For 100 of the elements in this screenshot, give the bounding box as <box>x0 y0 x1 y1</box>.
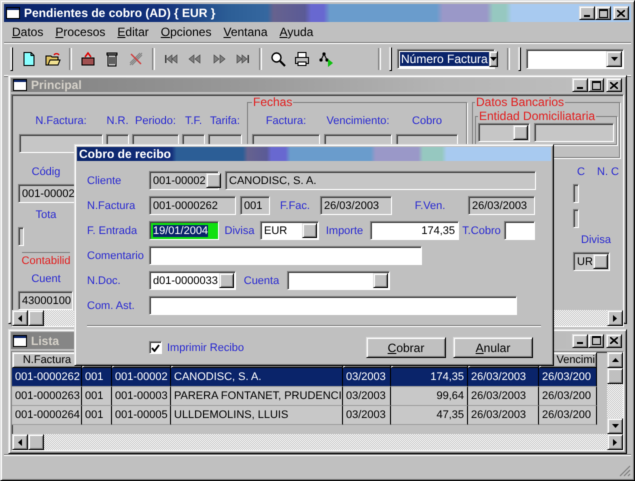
dialog-button[interactable]: Anular <box>453 337 533 358</box>
menu-item[interactable]: Datos <box>6 25 50 39</box>
text-field[interactable]: 001-00002 <box>18 184 77 203</box>
text-field[interactable]: 26/03/2003 <box>468 196 535 215</box>
field-label: F.Ven. <box>414 200 446 212</box>
sort-dropdown[interactable]: Número Factura <box>397 49 495 69</box>
lookup-field[interactable]: EUR <box>260 221 319 240</box>
table-cell: ULLDEMOLINS, LLUIS <box>171 406 343 425</box>
text-field[interactable] <box>504 221 535 240</box>
checkbox[interactable] <box>149 341 162 354</box>
window-icon <box>13 79 27 91</box>
close-button[interactable] <box>613 6 629 20</box>
table-cell: 99,64 <box>391 387 468 406</box>
menu-item[interactable]: Procesos <box>49 25 112 39</box>
text-field[interactable]: 001-0000262 <box>149 196 236 215</box>
lookup-field[interactable]: 001-00002 <box>149 171 219 190</box>
scroll-right-button[interactable] <box>607 310 623 326</box>
column-header[interactable]: N.Factura <box>12 352 82 368</box>
maximize-button[interactable] <box>588 78 604 92</box>
maximize-icon <box>592 336 600 345</box>
close-icon <box>610 337 618 344</box>
left-arrow-icon <box>18 314 22 322</box>
scroll-right-button[interactable] <box>607 434 623 450</box>
scroll-left-button[interactable] <box>12 310 28 326</box>
resize-grip-icon[interactable] <box>619 465 631 477</box>
scroll-down-button[interactable] <box>607 418 623 434</box>
column-label: C <box>577 166 585 178</box>
text-field[interactable]: CANODISC, S. A. <box>225 171 536 190</box>
text-field[interactable]: 43000100 <box>18 291 73 310</box>
text-field[interactable]: 26/03/2003 <box>320 196 392 215</box>
scroll-up-button[interactable] <box>607 352 623 368</box>
field-label: Divisa <box>581 234 611 246</box>
maximize-button[interactable] <box>595 6 611 20</box>
amount-field[interactable]: 174,35 <box>370 221 459 240</box>
maximize-button[interactable] <box>588 334 604 348</box>
text-field[interactable]: 19/01/2004 <box>149 221 219 240</box>
lookup-field[interactable]: UR <box>573 252 610 271</box>
dropdown-field[interactable] <box>526 49 624 69</box>
scrollbar-thumb[interactable] <box>28 310 44 326</box>
lookup-field[interactable] <box>478 123 530 142</box>
lookup-button[interactable] <box>206 173 221 188</box>
group-title: Contabilid <box>22 252 70 267</box>
scrollbar-thumb[interactable] <box>28 434 44 450</box>
field-label: Cuent <box>31 273 61 285</box>
text-field[interactable] <box>573 184 579 203</box>
table-cell: 001-0000262 <box>12 368 82 387</box>
minimize-button[interactable] <box>579 6 595 20</box>
menu-item[interactable]: Ayuda <box>274 25 320 39</box>
dropdown-button[interactable] <box>606 51 622 67</box>
dropdown-button[interactable] <box>488 51 498 67</box>
column-label: Cobro <box>412 115 442 127</box>
search-icon[interactable] <box>270 51 286 67</box>
scrollbar-thumb[interactable] <box>607 368 623 384</box>
column-label: Periodo: <box>135 115 176 127</box>
table-cell: 001 <box>82 387 112 406</box>
text-field[interactable] <box>149 296 517 315</box>
open-folder-icon[interactable] <box>45 51 61 67</box>
field-label: N.Factura <box>87 200 136 212</box>
minimize-button[interactable] <box>572 78 588 92</box>
lookup-field[interactable]: d01-0000033 <box>149 271 236 290</box>
column-label: N.Factura: <box>35 115 87 127</box>
table-cell: 001 <box>82 406 112 425</box>
new-document-icon[interactable] <box>21 51 37 67</box>
scroll-left-button[interactable] <box>12 434 28 450</box>
menu-item[interactable]: Ventana <box>217 25 274 39</box>
lookup-button[interactable] <box>592 254 608 269</box>
text-field[interactable] <box>18 227 24 246</box>
box-arrow-icon[interactable] <box>80 51 96 67</box>
column-label: Vencimiento: <box>326 115 390 127</box>
close-button[interactable] <box>606 78 622 92</box>
text-field[interactable] <box>534 123 614 142</box>
checkbox-label[interactable]: Imprimir Recibo <box>167 342 244 354</box>
window-title: Principal <box>31 78 82 92</box>
hatched-brush-icon[interactable] <box>128 51 144 67</box>
text-field[interactable] <box>573 209 579 228</box>
tree-arrow-icon[interactable] <box>318 51 334 67</box>
close-icon <box>610 82 618 88</box>
dialog-button[interactable]: Cobrar <box>366 337 446 358</box>
lookup-button[interactable] <box>302 223 317 238</box>
lookup-field[interactable] <box>287 271 390 290</box>
lookup-button[interactable] <box>513 125 528 140</box>
field-label: Comentario <box>87 250 144 262</box>
lookup-button[interactable] <box>219 273 234 288</box>
menu-item[interactable]: Editar <box>111 25 155 39</box>
close-button[interactable] <box>606 334 622 348</box>
menu-item[interactable]: Opciones <box>154 25 218 39</box>
printer-icon[interactable] <box>294 51 310 67</box>
table-cell: 001-0000264 <box>12 406 82 425</box>
text-field[interactable]: 001 <box>240 196 270 215</box>
vertical-scrollbar[interactable] <box>607 352 623 434</box>
column-label: N.R. <box>106 115 128 127</box>
text-field[interactable] <box>149 246 422 265</box>
maximize-icon <box>598 8 608 18</box>
trash-icon[interactable] <box>104 51 120 67</box>
horizontal-scrollbar[interactable] <box>12 434 623 450</box>
caret-icon <box>490 57 497 61</box>
table-cell: 26/03/2003 <box>468 387 539 406</box>
minimize-button[interactable] <box>572 334 588 348</box>
window-icon <box>6 7 20 19</box>
lookup-button[interactable] <box>373 273 388 288</box>
